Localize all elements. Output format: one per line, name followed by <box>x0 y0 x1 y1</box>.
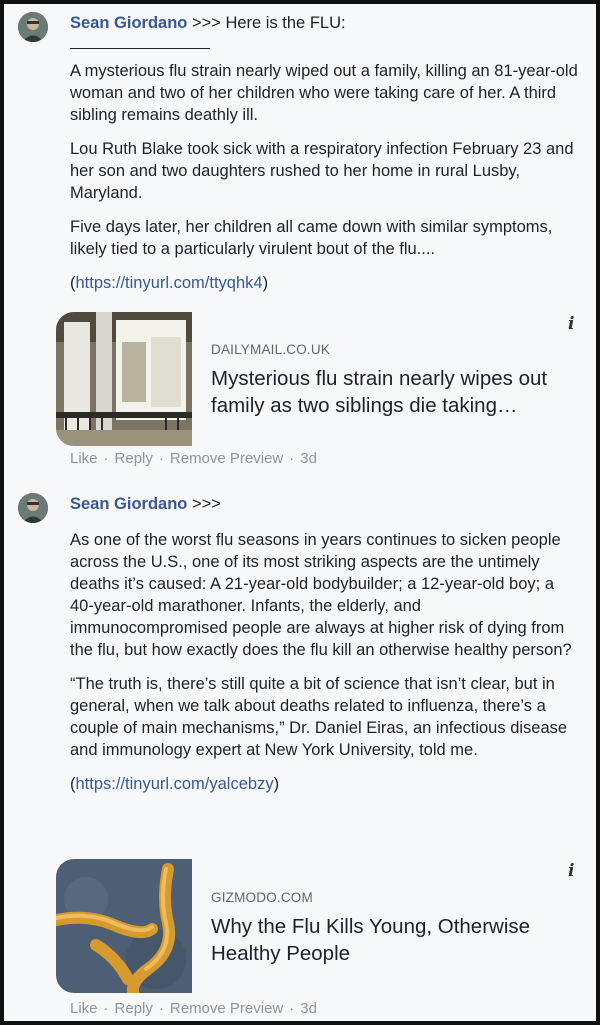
reply-link[interactable]: Reply <box>115 450 153 467</box>
divider-line <box>70 34 578 58</box>
comment-link[interactable]: https://tinyurl.com/ttyqhk4 <box>76 274 263 292</box>
link-preview[interactable]: GIZMODO.COM Why the Flu Kills Young, Oth… <box>56 859 580 993</box>
comment-prefix: >>> Here is the FLU: <box>191 14 346 32</box>
comment-body: Sean Giordano >>> As one of the worst fl… <box>70 493 578 795</box>
comment-actions: Like · Reply · Remove Preview · 3d <box>70 1000 317 1017</box>
timestamp[interactable]: 3d <box>300 1000 317 1017</box>
comment-paragraph: Lou Ruth Blake took sick with a respirat… <box>70 140 574 202</box>
preview-thumbnail[interactable] <box>56 859 192 993</box>
comment-paragraph: A mysterious flu strain nearly wiped out… <box>70 62 578 124</box>
remove-preview-link[interactable]: Remove Preview <box>170 1000 283 1017</box>
like-link[interactable]: Like <box>70 450 98 467</box>
comment-thread: Sean Giordano >>> Here is the FLU: A mys… <box>0 0 600 1025</box>
info-icon[interactable]: i <box>568 861 574 881</box>
reply-link[interactable]: Reply <box>115 1000 153 1017</box>
comment-prefix: >>> <box>191 495 221 513</box>
comment-paragraph: Five days later, her children all came d… <box>70 218 553 258</box>
avatar[interactable] <box>18 493 48 523</box>
comment-actions: Like · Reply · Remove Preview · 3d <box>70 450 317 467</box>
link-preview[interactable]: DAILYMAIL.CO.UK Mysterious flu strain ne… <box>56 312 580 446</box>
preview-domain: GIZMODO.COM <box>211 890 313 905</box>
comment-paragraph: “The truth is, there’s still quite a bit… <box>70 675 568 759</box>
comment-paragraph: As one of the worst flu seasons in years… <box>70 531 572 659</box>
preview-domain: DAILYMAIL.CO.UK <box>211 342 331 357</box>
comment-link[interactable]: https://tinyurl.com/yalcebzy <box>76 775 274 793</box>
comment-header: Sean Giordano >>> <box>70 493 578 515</box>
author-name[interactable]: Sean Giordano <box>70 14 187 32</box>
preview-title[interactable]: Why the Flu Kills Young, Otherwise Healt… <box>211 913 570 967</box>
like-link[interactable]: Like <box>70 1000 98 1017</box>
info-icon[interactable]: i <box>568 314 574 334</box>
comment-header: Sean Giordano >>> Here is the FLU: <box>70 12 578 34</box>
avatar[interactable] <box>18 12 48 42</box>
preview-thumbnail[interactable] <box>56 312 192 446</box>
remove-preview-link[interactable]: Remove Preview <box>170 450 283 467</box>
comment-body: Sean Giordano >>> Here is the FLU: A mys… <box>70 12 578 294</box>
comment-link-line: (https://tinyurl.com/ttyqhk4) <box>70 274 269 292</box>
comment-link-line: (https://tinyurl.com/yalcebzy) <box>70 775 280 793</box>
timestamp[interactable]: 3d <box>300 450 317 467</box>
preview-title[interactable]: Mysterious flu strain nearly wipes out f… <box>211 365 570 419</box>
author-name[interactable]: Sean Giordano <box>70 495 187 513</box>
